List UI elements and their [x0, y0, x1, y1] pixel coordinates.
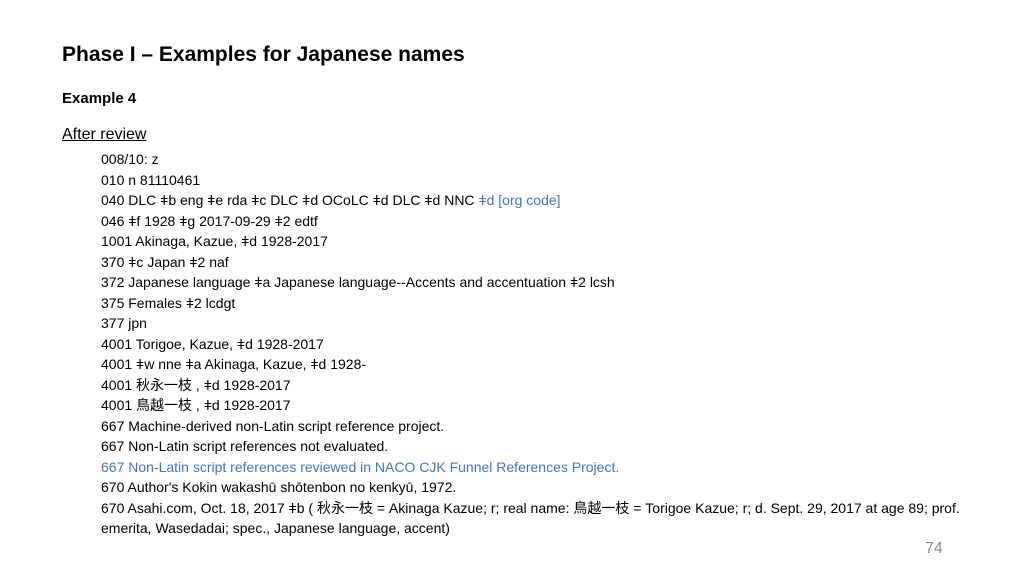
field-370: 370 ǂc Japan ǂ2 naf: [101, 253, 229, 270]
field-372: 372 Japanese language ǂa Japanese langua…: [101, 274, 615, 290]
marc-record: 008/10: z 010 n 81110461 040 DLC ǂb eng …: [101, 149, 981, 539]
field-667-not-evaluated: 667 Non-Latin script references not eval…: [101, 438, 389, 454]
field-667-machine-derived: 667 Machine-derived non-Latin script ref…: [101, 417, 445, 434]
field-040-main: 040 DLC ǂb eng ǂe rda ǂc DLC ǂd OCoLC ǂd…: [101, 192, 479, 208]
field-008: 008/10: z: [101, 151, 159, 167]
field-100: 1001 Akinaga, Kazue, ǂd 1928-2017: [101, 233, 328, 249]
page-number: 74: [925, 540, 943, 557]
section-label-after-review: After review: [62, 126, 147, 143]
example-heading: Example 4: [62, 90, 137, 107]
field-670-kokin: 670 Author's Kokin wakashū shōtenbon no …: [101, 479, 457, 495]
field-010: 010 n 81110461: [101, 171, 201, 188]
slide-title: Phase I – Examples for Japanese names: [62, 43, 465, 66]
field-400-akinaga: 4001 ǂw nne ǂa Akinaga, Kazue, ǂd 1928-: [101, 356, 367, 372]
field-670-asahi: 670 Asahi.com, Oct. 18, 2017 ǂb ( 秋永一枝 =…: [101, 499, 960, 537]
field-400-kanji-torigoe: 4001 鳥越一枝 , ǂd 1928-2017: [101, 397, 291, 413]
field-667-reviewed: 667 Non-Latin script references reviewed…: [101, 458, 620, 475]
field-040: 040 DLC ǂb eng ǂe rda ǂc DLC ǂd OCoLC ǂd…: [101, 190, 981, 211]
field-400-kanji-akinaga: 4001 秋永一枝 , ǂd 1928-2017: [101, 376, 291, 393]
field-400-torigoe: 4001 Torigoe, Kazue, ǂd 1928-2017: [101, 335, 324, 352]
field-377: 377 jpn: [101, 315, 147, 331]
slide: Phase I – Examples for Japanese names Ex…: [0, 0, 1024, 575]
field-046: 046 ǂf 1928 ǂg 2017-09-29 ǂ2 edtf: [101, 212, 318, 229]
field-375: 375 Females ǂ2 lcdgt: [101, 294, 236, 311]
field-040-added-code: ǂd [org code]: [478, 192, 561, 208]
